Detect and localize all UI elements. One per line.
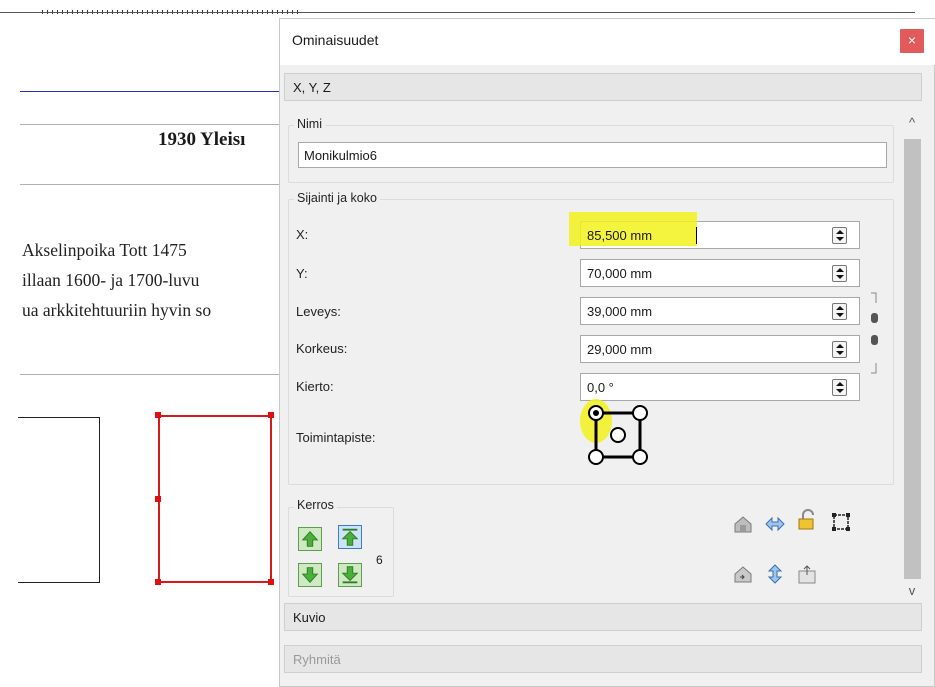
keep-ratio-chain-icon[interactable] bbox=[868, 291, 882, 379]
y-spin-arrows-icon[interactable] bbox=[832, 265, 847, 282]
rotation-value: 0,0 ° bbox=[587, 380, 614, 395]
panel-title: Ominaisuudet bbox=[292, 32, 379, 48]
flip-vertical-icon[interactable] bbox=[764, 563, 786, 585]
chevron-up-icon[interactable]: ^ bbox=[904, 115, 920, 131]
pivot-point-selector[interactable] bbox=[578, 391, 658, 481]
rotation-spin-arrows-icon[interactable] bbox=[832, 379, 847, 396]
lock-position-icon[interactable] bbox=[796, 563, 818, 585]
y-label: Y: bbox=[296, 266, 308, 281]
resize-handle[interactable] bbox=[155, 579, 161, 585]
selected-polygon-shape[interactable] bbox=[158, 415, 272, 583]
chevron-down-icon[interactable]: v bbox=[904, 583, 920, 599]
height-label: Korkeus: bbox=[296, 341, 348, 356]
x-value: 85,500 mm bbox=[587, 228, 653, 243]
divider-line bbox=[20, 374, 282, 375]
x-spinbox[interactable]: 85,500 mm bbox=[569, 212, 860, 249]
scroll-thumb[interactable] bbox=[904, 139, 921, 579]
width-label: Leveys: bbox=[296, 304, 341, 319]
section-xyz[interactable]: X, Y, Z bbox=[284, 73, 922, 101]
send-backward-icon[interactable] bbox=[298, 563, 322, 587]
resize-handle[interactable] bbox=[268, 579, 274, 585]
height-spin-arrows-icon[interactable] bbox=[832, 341, 847, 358]
document-heading: 1930 Yleisı bbox=[158, 129, 246, 150]
height-value: 29,000 mm bbox=[587, 342, 653, 357]
vertical-scrollbar[interactable]: ^ v bbox=[900, 109, 924, 606]
document-text-line: Akselinpoika Tott 1475 bbox=[22, 240, 187, 260]
divider-line bbox=[20, 124, 282, 125]
close-button[interactable]: × bbox=[900, 29, 924, 53]
x-label: X: bbox=[296, 227, 309, 242]
section-ryhmita: Ryhmitä bbox=[284, 645, 922, 673]
height-spinbox[interactable]: 29,000 mm bbox=[580, 335, 860, 363]
resize-handle[interactable] bbox=[268, 412, 274, 418]
layer-group-label: Kerros bbox=[294, 498, 337, 512]
ruler-baseline bbox=[0, 12, 915, 13]
house-gray-icon[interactable] bbox=[732, 513, 754, 535]
bring-forward-icon[interactable] bbox=[298, 527, 322, 551]
flip-horizontal-icon[interactable] bbox=[764, 513, 786, 535]
bring-to-front-icon[interactable] bbox=[338, 525, 362, 549]
layer-index: 6 bbox=[376, 553, 383, 567]
y-spinbox[interactable]: 70,000 mm bbox=[580, 259, 860, 287]
properties-panel: Ominaisuudet × X, Y, Z Nimi Monikulmio6 … bbox=[279, 18, 935, 687]
x-spin-arrows-icon[interactable] bbox=[832, 227, 847, 244]
document-text-line: ua arkkitehtuuriin hyvin so bbox=[22, 300, 212, 320]
section-kuvio[interactable]: Kuvio bbox=[284, 603, 922, 631]
resize-handle[interactable] bbox=[155, 412, 161, 418]
divider-line bbox=[20, 184, 282, 185]
bounding-box-icon[interactable] bbox=[830, 511, 852, 533]
name-group-label: Nimi bbox=[294, 117, 325, 131]
width-value: 39,000 mm bbox=[587, 304, 653, 319]
width-spinbox[interactable]: 39,000 mm bbox=[580, 297, 860, 325]
name-input[interactable]: Monikulmio6 bbox=[298, 142, 887, 168]
panel-titlebar[interactable]: Ominaisuudet × bbox=[280, 19, 935, 65]
resize-handle[interactable] bbox=[155, 496, 161, 502]
send-to-back-icon[interactable] bbox=[338, 563, 362, 587]
text-caret bbox=[696, 227, 697, 244]
house-arrow-icon[interactable] bbox=[732, 563, 754, 585]
rectangle-shape[interactable] bbox=[18, 417, 100, 583]
geometry-group-label: Sijainti ja koko bbox=[294, 191, 380, 205]
unlock-icon[interactable] bbox=[796, 509, 818, 531]
document-text-line: illaan 1600- ja 1700-luvu bbox=[22, 270, 200, 290]
pivot-label: Toimintapiste: bbox=[296, 430, 376, 445]
width-spin-arrows-icon[interactable] bbox=[832, 303, 847, 320]
y-value: 70,000 mm bbox=[587, 266, 653, 281]
rotation-label: Kierto: bbox=[296, 379, 334, 394]
text-line-blue bbox=[20, 91, 282, 92]
